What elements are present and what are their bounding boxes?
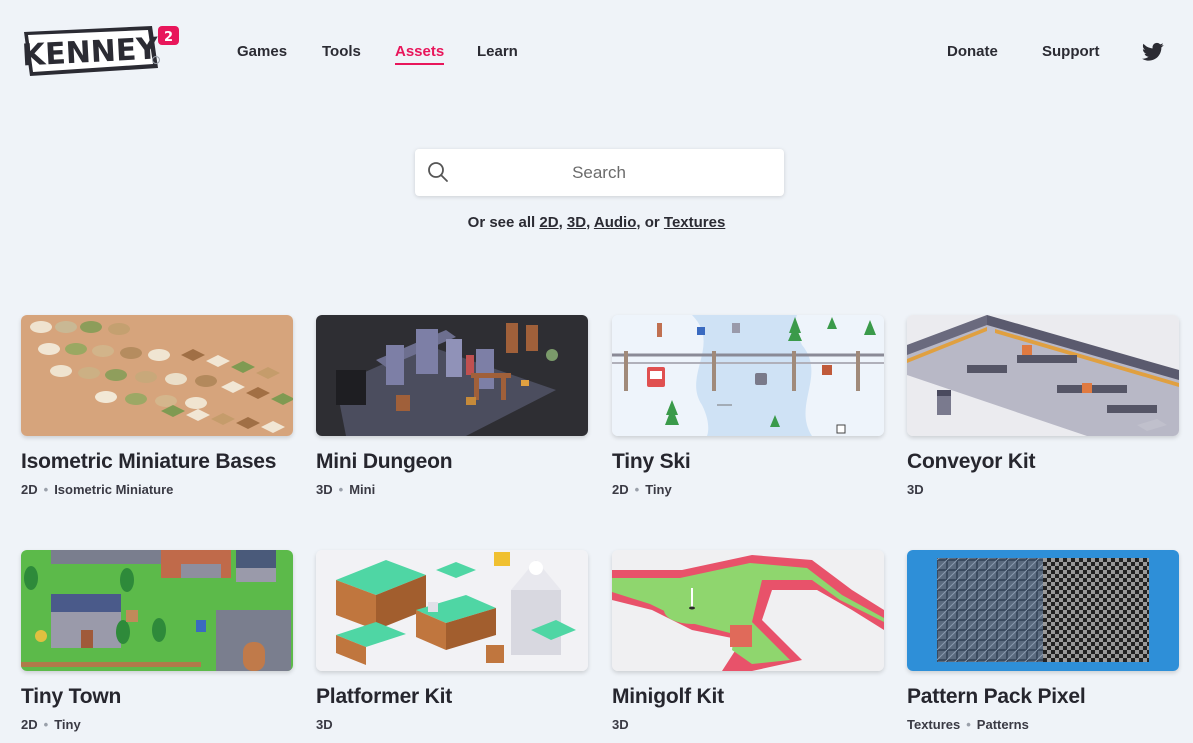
asset-tag[interactable]: 3D (316, 717, 333, 732)
link-2d[interactable]: 2D (539, 214, 558, 231)
asset-thumbnail[interactable] (316, 550, 588, 671)
asset-card[interactable]: Minigolf Kit 3D (612, 550, 884, 732)
asset-tags: Textures • Patterns (907, 717, 1029, 732)
asset-thumbnail[interactable] (612, 550, 884, 671)
asset-card[interactable]: Mini Dungeon 3D • Mini (316, 315, 588, 497)
link-audio[interactable]: Audio (594, 214, 637, 231)
nav-tools[interactable]: Tools (322, 43, 361, 60)
asset-card[interactable]: Isometric Miniature Bases 2D • Isometric M… (21, 315, 293, 497)
asset-tag[interactable]: Tiny (54, 717, 81, 732)
nav-assets[interactable]: Assets (395, 43, 445, 65)
asset-thumbnail[interactable] (907, 550, 1179, 671)
asset-tags: 3D • Mini (316, 482, 376, 497)
asset-title[interactable]: Pattern Pack Pixel (907, 685, 1179, 709)
asset-tag[interactable]: 3D (907, 482, 924, 497)
asset-card[interactable]: Platformer Kit 3D (316, 550, 588, 732)
asset-tag[interactable]: Mini (349, 482, 375, 497)
asset-thumbnail[interactable] (907, 315, 1179, 436)
twitter-icon[interactable] (1142, 42, 1164, 62)
asset-thumbnail[interactable] (612, 315, 884, 436)
asset-tag[interactable]: 2D (612, 482, 629, 497)
search-input[interactable] (459, 149, 739, 196)
asset-tags: 2D • Tiny (21, 717, 81, 732)
asset-title[interactable]: Isometric Miniature Bases (21, 450, 293, 474)
asset-tags: 3D (612, 717, 884, 732)
link-textures[interactable]: Textures (664, 214, 725, 231)
asset-tags: 2D • Tiny (612, 482, 672, 497)
nav-learn[interactable]: Learn (477, 43, 518, 60)
asset-card[interactable]: Tiny Ski 2D • Tiny (612, 315, 884, 497)
asset-title[interactable]: Minigolf Kit (612, 685, 884, 709)
asset-tag[interactable]: 2D (21, 717, 38, 732)
site-header: KENNEY 2 Games Tools Assets Learn Donate… (0, 0, 1193, 100)
nav-donate[interactable]: Donate (947, 43, 998, 60)
see-all-links: Or see all 2D, 3D, Audio, or Textures (467, 214, 726, 231)
asset-title[interactable]: Tiny Ski (612, 450, 884, 474)
asset-title[interactable]: Tiny Town (21, 685, 293, 709)
nav-support[interactable]: Support (1042, 43, 1100, 60)
asset-thumbnail[interactable] (21, 550, 293, 671)
asset-title[interactable]: Mini Dungeon (316, 450, 588, 474)
asset-tag[interactable]: Patterns (977, 717, 1029, 732)
asset-title[interactable]: Platformer Kit (316, 685, 588, 709)
asset-tag[interactable]: Tiny (645, 482, 672, 497)
asset-tag[interactable]: 3D (316, 482, 333, 497)
asset-thumbnail[interactable] (316, 315, 588, 436)
asset-tag[interactable]: 2D (21, 482, 38, 497)
asset-tags: 3D (316, 717, 588, 732)
asset-card[interactable]: Pattern Pack Pixel Textures • Patterns (907, 550, 1179, 732)
asset-tag[interactable]: 3D (612, 717, 629, 732)
kenney-logo[interactable]: KENNEY 2 (20, 22, 182, 82)
svg-text:KENNEY: KENNEY (21, 31, 160, 73)
nav-games[interactable]: Games (237, 43, 287, 60)
search-box[interactable] (415, 149, 784, 196)
asset-card[interactable]: Conveyor Kit 3D (907, 315, 1179, 497)
svg-text:2: 2 (164, 30, 173, 45)
search-icon (428, 162, 448, 182)
asset-thumbnail[interactable] (21, 315, 293, 436)
asset-tags: 2D • Isometric Miniature (21, 482, 174, 497)
asset-title[interactable]: Conveyor Kit (907, 450, 1179, 474)
asset-tags: 3D (907, 482, 1179, 497)
link-3d[interactable]: 3D (567, 214, 586, 231)
asset-card[interactable]: Tiny Town 2D • Tiny (21, 550, 293, 732)
asset-tag[interactable]: Isometric Miniature (54, 482, 173, 497)
asset-tag[interactable]: Textures (907, 717, 960, 732)
